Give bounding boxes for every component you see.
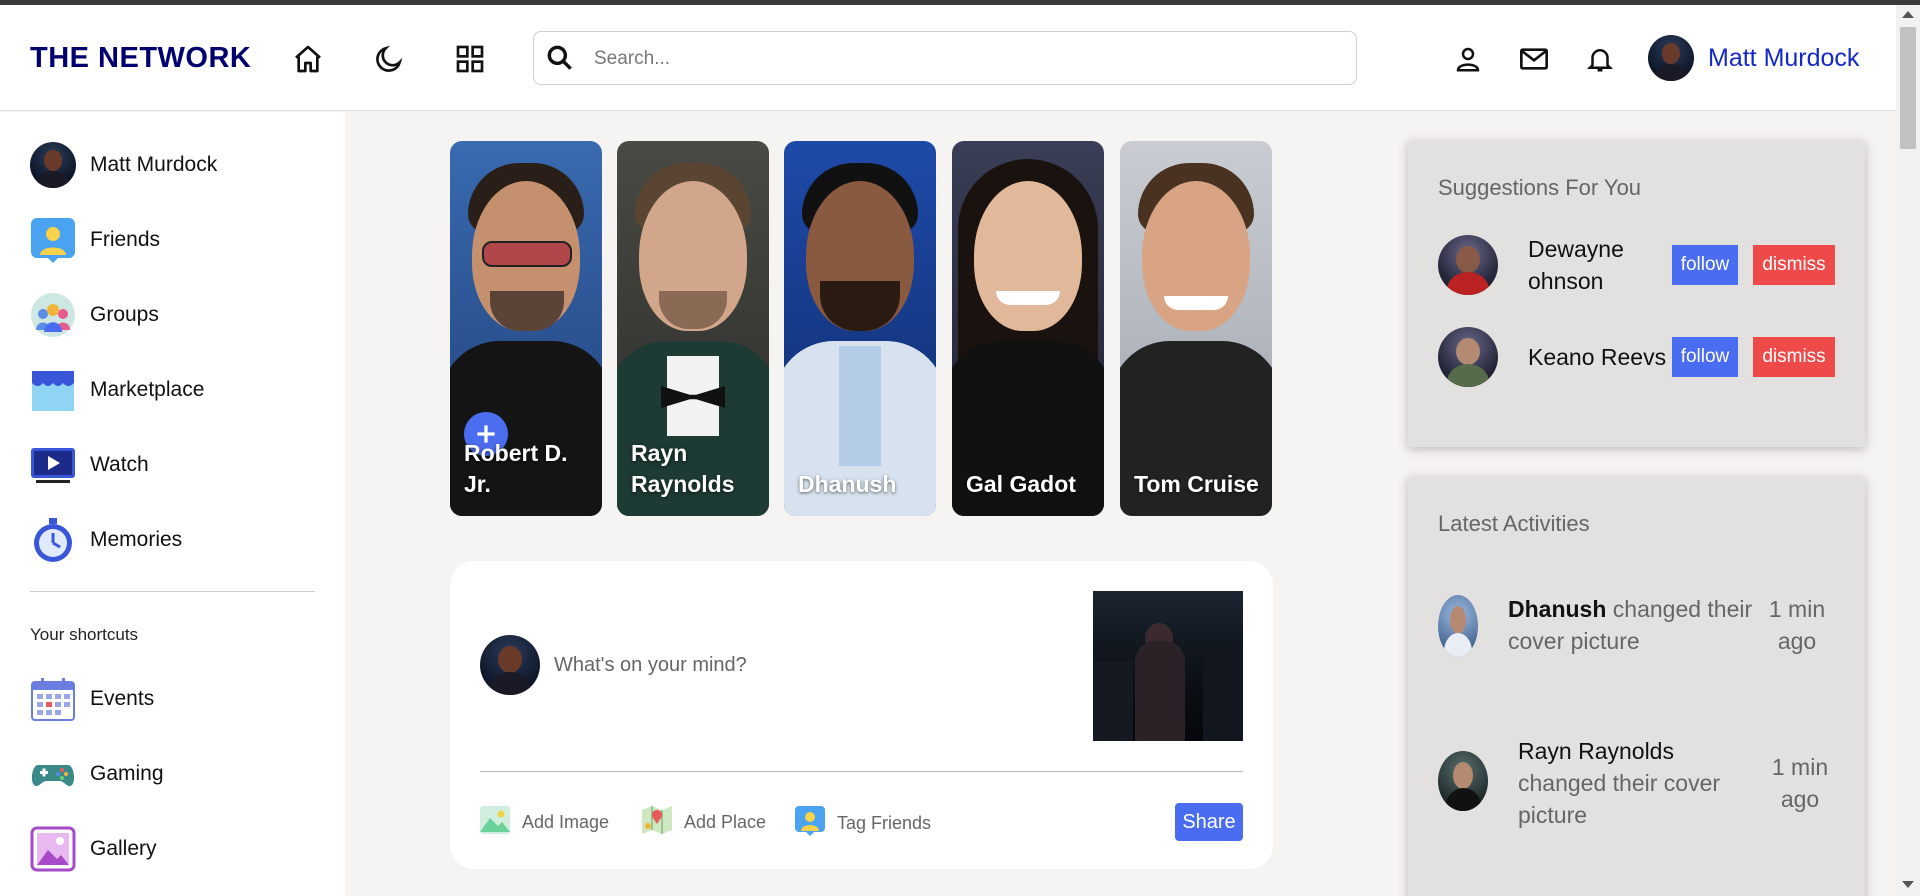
avatar — [1648, 35, 1694, 81]
sidebar-item-profile[interactable]: Matt Murdock — [30, 141, 217, 189]
story-name: Robert D. Jr. — [464, 440, 568, 497]
gaming-icon — [30, 751, 76, 797]
shortcut-item-gaming[interactable]: Gaming — [30, 750, 164, 798]
create-post-box: Add Image Add Place Tag Friends Share — [450, 561, 1273, 869]
avatar — [1438, 595, 1478, 657]
gallery-icon — [30, 826, 76, 872]
sidebar-divider — [30, 591, 315, 592]
person-icon[interactable] — [1450, 41, 1486, 77]
shortcut-item-events[interactable]: Events — [30, 675, 154, 723]
story-card[interactable]: Dhanush — [784, 141, 936, 516]
activity-description: changed their cover picture — [1518, 770, 1721, 828]
sidebar-item-label: Groups — [90, 303, 159, 326]
top-navbar: THE NETWORK Matt Murdock — [0, 5, 1896, 111]
sidebar-item-label: Memories — [90, 528, 183, 551]
tag-friends-button[interactable]: Tag Friends — [795, 806, 931, 841]
story-name: Dhanush — [798, 471, 897, 497]
page-scrollbar[interactable] — [1896, 5, 1920, 896]
tag-friends-icon — [795, 806, 825, 841]
search-input[interactable] — [594, 45, 1334, 73]
shortcut-item-label: Gaming — [90, 762, 164, 785]
activity-user[interactable]: Dhanush — [1508, 596, 1606, 622]
share-divider — [480, 771, 1243, 772]
watch-icon — [30, 442, 76, 488]
scroll-down-arrow[interactable] — [1902, 881, 1914, 888]
avatar — [1438, 327, 1498, 387]
follow-button[interactable]: follow — [1672, 245, 1738, 285]
shortcut-item-label: Gallery — [90, 837, 157, 860]
activity-time: 1 min ago — [1771, 754, 1829, 812]
sidebar-item-label: Watch — [90, 453, 149, 476]
app-logo[interactable]: THE NETWORK — [30, 42, 251, 75]
post-preview-image — [1093, 591, 1243, 741]
suggestions-card: Suggestions For You Dewayne ohnson follo… — [1408, 141, 1865, 447]
scrollbar-thumb[interactable] — [1900, 27, 1916, 149]
left-sidebar: Matt Murdock Friends Groups Marketplace … — [0, 112, 345, 896]
avatar — [480, 635, 540, 695]
home-icon[interactable] — [290, 41, 326, 77]
sidebar-item-groups[interactable]: Groups — [30, 291, 159, 339]
shortcuts-heading: Your shortcuts — [30, 625, 139, 644]
tag-friends-label: Tag Friends — [837, 813, 932, 833]
story-name: Rayn Raynolds — [631, 440, 735, 497]
friends-icon — [30, 217, 76, 263]
grid-icon[interactable] — [452, 41, 488, 77]
suggestion-name: Keano Reevs — [1528, 344, 1667, 370]
mail-icon[interactable] — [1516, 41, 1552, 77]
add-image-button[interactable]: Add Image — [480, 806, 609, 839]
activity-user[interactable]: Rayn Raynolds — [1518, 738, 1674, 764]
activities-title: Latest Activities — [1438, 511, 1590, 536]
story-card[interactable]: Robert D. Jr. — [450, 141, 602, 516]
bell-icon[interactable] — [1582, 41, 1618, 77]
add-place-label: Add Place — [684, 812, 767, 832]
story-name: Tom Cruise — [1134, 471, 1259, 497]
avatar — [1438, 235, 1498, 295]
suggestions-title: Suggestions For You — [1438, 175, 1642, 200]
activity-text: Dhanush changed their cover picture — [1508, 593, 1766, 657]
story-card[interactable]: Rayn Raynolds — [617, 141, 769, 516]
avatar — [1438, 751, 1488, 811]
sidebar-item-memories[interactable]: Memories — [30, 516, 182, 564]
search-bar — [533, 31, 1357, 85]
activity-text: Rayn Raynolds changed their cover pictur… — [1518, 735, 1738, 831]
search-icon — [544, 42, 576, 79]
sidebar-item-label: Friends — [90, 228, 161, 251]
activities-card: Latest Activities Dhanush changed their … — [1408, 477, 1865, 896]
events-icon — [30, 676, 76, 722]
story-card[interactable]: Gal Gadot — [952, 141, 1104, 516]
sidebar-item-label: Marketplace — [90, 378, 205, 401]
dismiss-button[interactable]: dismiss — [1753, 337, 1835, 377]
user-menu[interactable]: Matt Murdock — [1648, 35, 1859, 81]
image-icon — [480, 806, 510, 839]
story-card[interactable]: Tom Cruise — [1120, 141, 1272, 516]
activity-time: 1 min ago — [1768, 596, 1826, 654]
share-button[interactable]: Share — [1175, 803, 1243, 841]
add-place-button[interactable]: Add Place — [642, 806, 766, 839]
moon-icon[interactable] — [371, 41, 407, 77]
sidebar-item-marketplace[interactable]: Marketplace — [30, 366, 204, 414]
shortcut-item-gallery[interactable]: Gallery — [30, 825, 157, 873]
user-name: Matt Murdock — [1708, 43, 1860, 72]
memories-icon — [30, 517, 76, 563]
follow-button[interactable]: follow — [1672, 337, 1738, 377]
suggestion-name: Dewayne ohnson — [1528, 236, 1624, 294]
post-input[interactable] — [554, 649, 1094, 681]
sidebar-item-watch[interactable]: Watch — [30, 441, 149, 489]
scroll-up-arrow[interactable] — [1902, 11, 1914, 18]
dismiss-button[interactable]: dismiss — [1753, 245, 1835, 285]
groups-icon — [30, 292, 76, 338]
shortcut-item-label: Events — [90, 687, 155, 710]
avatar — [30, 142, 76, 188]
sidebar-item-friends[interactable]: Friends — [30, 216, 160, 264]
story-name: Gal Gadot — [966, 471, 1076, 497]
add-image-label: Add Image — [522, 812, 610, 832]
marketplace-icon — [30, 367, 76, 413]
map-icon — [642, 806, 672, 839]
sidebar-item-label: Matt Murdock — [90, 153, 218, 176]
